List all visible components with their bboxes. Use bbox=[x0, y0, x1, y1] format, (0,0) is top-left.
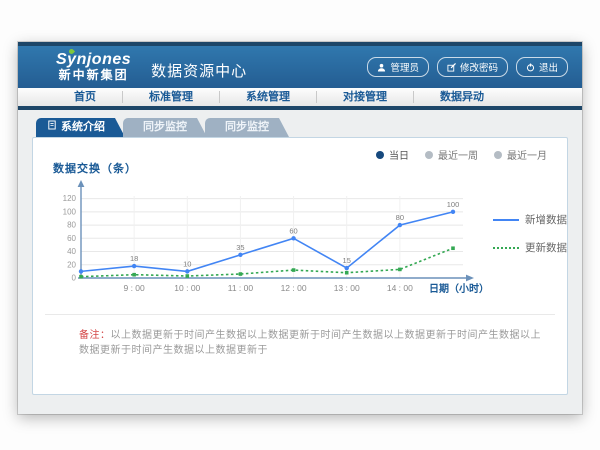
admin-user-button[interactable]: 管理员 bbox=[367, 57, 429, 77]
nav-item-integration[interactable]: 对接管理 bbox=[317, 86, 413, 108]
app-header: Synjones 新中新集团 数据资源中心 管理员 修改密码 退出 bbox=[18, 46, 582, 88]
svg-text:10 : 00: 10 : 00 bbox=[174, 283, 200, 293]
svg-text:60: 60 bbox=[289, 226, 297, 235]
nav-item-system[interactable]: 系统管理 bbox=[220, 86, 316, 108]
chart-y-axis-title: 数据交换（条） bbox=[53, 160, 557, 176]
svg-text:20: 20 bbox=[67, 260, 76, 269]
tab-sync-monitor-1[interactable]: 同步监控 bbox=[123, 118, 207, 137]
svg-text:120: 120 bbox=[63, 194, 77, 203]
user-icon bbox=[377, 63, 386, 72]
footnote: 备注：以上数据更新于时间产生数据以上数据更新于时间产生数据以上数据更新于时间产生… bbox=[45, 314, 555, 356]
tab-bar: 系统介绍 同步监控 同步监控 bbox=[36, 118, 568, 137]
logout-button[interactable]: 退出 bbox=[516, 57, 568, 77]
svg-text:100: 100 bbox=[447, 200, 460, 209]
chart-region: 0 20 40 60 80 100 120 9 : 00 10 : 00 11 : 00 12 : … bbox=[43, 178, 557, 304]
period-option[interactable]: 最近一周 bbox=[425, 147, 478, 162]
dotted-line-swatch-icon bbox=[493, 247, 519, 249]
period-option[interactable]: 当日 bbox=[376, 147, 409, 162]
main-nav: 首页 标准管理 系统管理 对接管理 数据异动 bbox=[18, 88, 582, 110]
brand-logo-subtext: 新中新集团 bbox=[56, 69, 131, 82]
radio-icon bbox=[425, 151, 433, 159]
svg-text:13 : 00: 13 : 00 bbox=[334, 283, 360, 293]
svg-text:14 : 00: 14 : 00 bbox=[387, 283, 413, 293]
exchange-chart-svg: 0 20 40 60 80 100 120 9 : 00 10 : 00 11 : 00 12 : … bbox=[43, 178, 493, 304]
brand-logo-text: Synjones bbox=[56, 52, 131, 69]
svg-text:60: 60 bbox=[67, 234, 76, 243]
footnote-prefix: 备注： bbox=[79, 330, 111, 341]
legend-item-new-data: 新增数据 bbox=[493, 212, 577, 227]
app-window: Synjones 新中新集团 数据资源中心 管理员 修改密码 退出 首页 标准管… bbox=[18, 42, 582, 414]
legend-item-updated-data: 更新数据 bbox=[493, 240, 577, 255]
nav-item-data-changes[interactable]: 数据异动 bbox=[414, 86, 510, 108]
svg-text:0: 0 bbox=[72, 274, 77, 283]
svg-text:100: 100 bbox=[63, 207, 77, 216]
svg-text:40: 40 bbox=[67, 247, 76, 256]
svg-text:9 : 00: 9 : 00 bbox=[124, 283, 146, 293]
footnote-text: 以上数据更新于时间产生数据以上数据更新于时间产生数据以上数据更新于时间产生数据以… bbox=[79, 330, 541, 356]
svg-text:35: 35 bbox=[236, 243, 244, 252]
page-title: 数据资源中心 bbox=[151, 60, 247, 81]
tab-sync-monitor-2[interactable]: 同步监控 bbox=[205, 118, 289, 137]
document-icon bbox=[48, 118, 56, 137]
svg-text:10: 10 bbox=[183, 259, 191, 268]
content-area: 系统介绍 同步监控 同步监控 当日 最近一周 bbox=[18, 110, 582, 395]
period-filter: 当日 最近一周 最近一月 bbox=[376, 147, 547, 162]
radio-icon bbox=[376, 151, 384, 159]
svg-text:80: 80 bbox=[396, 213, 404, 222]
change-password-button[interactable]: 修改密码 bbox=[437, 57, 508, 77]
chart-legend: 新增数据 更新数据 bbox=[493, 212, 577, 255]
svg-text:15: 15 bbox=[343, 256, 351, 265]
solid-line-swatch-icon bbox=[493, 219, 519, 221]
nav-item-standards[interactable]: 标准管理 bbox=[123, 86, 219, 108]
edit-icon bbox=[447, 63, 456, 72]
radio-icon bbox=[494, 151, 502, 159]
tab-system-intro[interactable]: 系统介绍 bbox=[36, 118, 125, 137]
header-actions: 管理员 修改密码 退出 bbox=[367, 57, 568, 77]
nav-item-home[interactable]: 首页 bbox=[48, 86, 122, 108]
period-option[interactable]: 最近一月 bbox=[494, 147, 547, 162]
svg-text:日期（小时）: 日期（小时） bbox=[429, 282, 489, 295]
svg-text:18: 18 bbox=[130, 254, 138, 263]
svg-text:80: 80 bbox=[67, 221, 76, 230]
brand-logo[interactable]: Synjones 新中新集团 bbox=[56, 52, 131, 81]
svg-text:11 : 00: 11 : 00 bbox=[228, 283, 254, 293]
svg-text:12 : 00: 12 : 00 bbox=[281, 283, 307, 293]
system-intro-panel: 当日 最近一周 最近一月 数据交换（条） 0 20 40 60 80 100 120 9 : … bbox=[32, 137, 568, 395]
power-icon bbox=[526, 63, 535, 72]
